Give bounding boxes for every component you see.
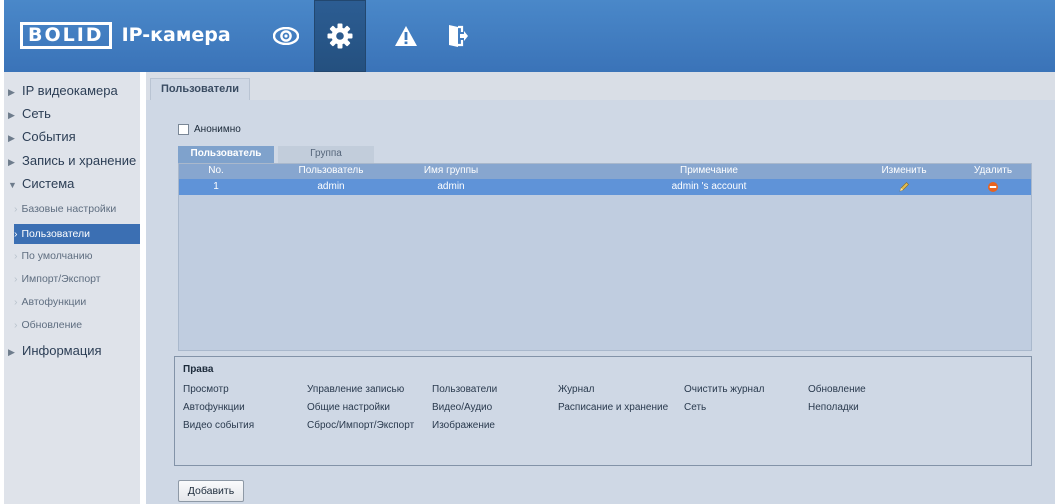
column-header-user: Пользователь [298, 165, 364, 176]
table-row[interactable]: 1 admin admin admin 's account [179, 179, 1031, 195]
permission-item: Сброс/Импорт/Экспорт [307, 420, 415, 431]
app-title: IP-камера [121, 24, 231, 46]
sidebar-item-label: Информация [22, 343, 102, 358]
cell-note: admin 's account [671, 181, 747, 192]
sidebar-subitem-label: Пользователи [21, 228, 91, 240]
permission-item: Управление записью [307, 384, 405, 395]
column-header-delete: Удалить [973, 165, 1013, 176]
permission-item: Расписание и хранение [558, 402, 669, 413]
eye-icon [273, 27, 299, 45]
permission-item: Общие настройки [307, 402, 390, 413]
column-header-group: Имя группы [423, 165, 479, 176]
sidebar-subitem-users[interactable]: › Пользователи [14, 224, 140, 244]
sidebar-subitem-basic-settings[interactable]: › Базовые настройки [14, 199, 140, 219]
logout-button[interactable] [432, 0, 484, 72]
sidebar-item-label: Запись и хранение [22, 153, 137, 168]
rights-title: Права [183, 364, 214, 375]
chevron-right-icon: › [14, 296, 18, 308]
chevron-right-icon: ▶ [8, 110, 15, 120]
chevron-right-icon: › [14, 203, 18, 215]
sidebar-subitem-import-export[interactable]: › Импорт/Экспорт [14, 269, 140, 289]
tab-user[interactable]: Пользователь [178, 146, 274, 163]
sidebar-item-information[interactable]: ▶ Информация [4, 343, 140, 358]
sidebar-item-label: События [22, 129, 76, 144]
settings-button[interactable] [314, 0, 366, 72]
sidebar-item-network[interactable]: ▶ Сеть [4, 106, 140, 121]
chevron-down-icon: ▼ [8, 180, 17, 190]
sidebar-subitem-label: Обновление [21, 319, 83, 331]
permission-item: Видео события [183, 420, 255, 431]
add-user-button[interactable]: Добавить [178, 480, 244, 502]
sidebar-subitem-label: Базовые настройки [21, 203, 117, 215]
chevron-right-icon: ▶ [8, 133, 15, 143]
delete-button[interactable] [987, 181, 999, 193]
cell-user: admin [317, 181, 345, 192]
permission-item: Просмотр [183, 384, 229, 395]
sidebar-subitem-autofunctions[interactable]: › Автофункции [14, 292, 140, 312]
warning-icon [395, 26, 417, 46]
page-tab-bar: Пользователи [146, 72, 1055, 100]
rights-panel: Права Просмотр Управление записью Пользо… [174, 356, 1032, 466]
chevron-right-icon: › [14, 228, 18, 240]
column-header-no: No. [208, 165, 224, 176]
top-header: BOLID IP-камера [4, 0, 1055, 72]
logo: BOLID IP-камера [20, 21, 231, 49]
chevron-right-icon: › [14, 319, 18, 331]
pencil-icon [899, 182, 909, 192]
sidebar-subitem-label: Автофункции [21, 296, 87, 308]
chevron-right-icon: ▶ [8, 347, 15, 357]
chevron-right-icon: › [14, 273, 18, 285]
permission-item: Изображение [432, 420, 495, 431]
chevron-right-icon: › [14, 250, 18, 262]
sidebar-subitem-defaults[interactable]: › По умолчанию [14, 246, 140, 266]
users-table: No. Пользователь Имя группы Примечание И… [178, 163, 1032, 351]
sidebar-subitem-label: По умолчанию [21, 250, 93, 262]
table-header: No. Пользователь Имя группы Примечание И… [179, 164, 1031, 179]
sidebar-item-system[interactable]: ▼ Система [4, 176, 140, 191]
permission-item: Журнал [558, 384, 595, 395]
permission-item: Сеть [684, 402, 707, 413]
logout-icon [449, 25, 468, 47]
edit-button[interactable] [898, 181, 910, 193]
permission-item: Пользователи [432, 384, 498, 395]
sidebar-item-ip-camera[interactable]: ▶ IP видеокамера [4, 83, 140, 98]
chevron-right-icon: ▶ [8, 157, 15, 167]
cell-no: 1 [213, 181, 219, 192]
alarm-button[interactable] [380, 0, 432, 72]
permission-item: Очистить журнал [684, 384, 765, 395]
chevron-right-icon: ▶ [8, 87, 15, 97]
sidebar-subitem-update[interactable]: › Обновление [14, 315, 140, 335]
sidebar-nav: ▶ IP видеокамера ▶ Сеть ▶ События ▶ Запись и… [4, 72, 140, 504]
sidebar-subitem-label: Импорт/Экспорт [21, 273, 101, 285]
sidebar-item-recording[interactable]: ▶ Запись и хранение [4, 153, 140, 168]
anonymous-option: Анонимно [178, 124, 241, 135]
live-view-button[interactable] [260, 0, 312, 72]
permission-item: Обновление [808, 384, 866, 395]
permission-item: Неполадки [808, 402, 859, 413]
sidebar-item-label: IP видеокамера [22, 83, 118, 98]
column-header-note: Примечание [680, 165, 738, 176]
gear-icon [327, 23, 353, 49]
tab-group[interactable]: Группа [278, 146, 374, 163]
cell-group: admin [437, 181, 465, 192]
sidebar-item-label: Сеть [22, 106, 51, 121]
sidebar-item-events[interactable]: ▶ События [4, 129, 140, 144]
main-panel: Пользователи Анонимно Пользователь Групп… [146, 72, 1055, 504]
anonymous-label: Анонимно [194, 124, 241, 135]
column-header-edit: Изменить [881, 165, 927, 176]
delete-icon [988, 182, 998, 192]
tab-users[interactable]: Пользователи [150, 78, 250, 100]
permission-item: Видео/Аудио [432, 402, 493, 413]
anonymous-checkbox[interactable] [178, 124, 189, 135]
permission-item: Автофункции [183, 402, 245, 413]
logo-mark: BOLID [20, 21, 112, 49]
sidebar-item-label: Система [22, 176, 75, 191]
